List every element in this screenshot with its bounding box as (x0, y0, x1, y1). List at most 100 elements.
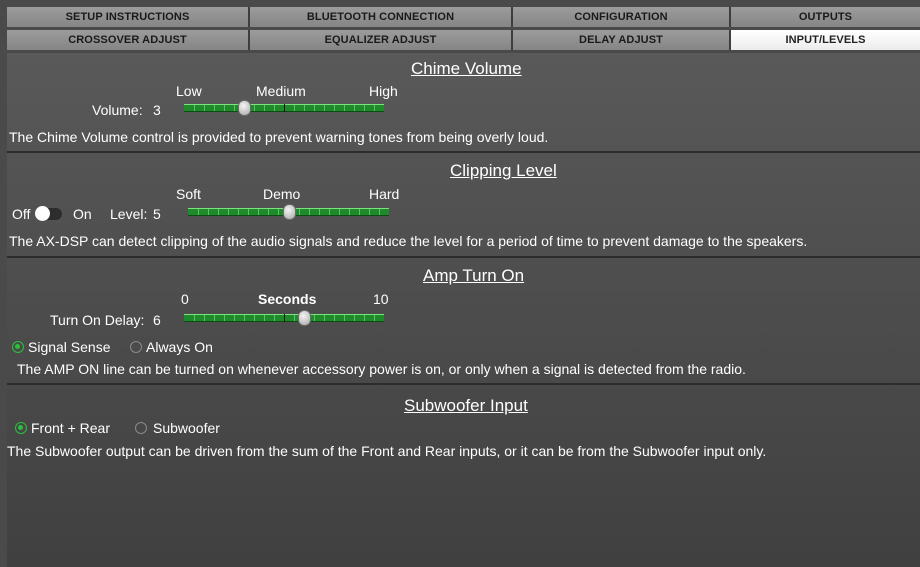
slider-tick (329, 209, 330, 215)
slider-tick (284, 314, 285, 322)
slider-tick (359, 209, 360, 215)
slider-tick (248, 209, 249, 215)
slider-tick (344, 315, 345, 321)
slider-tick (349, 209, 350, 215)
chime-scale-high: High (369, 83, 398, 99)
amp-scale-low: 0 (181, 291, 189, 307)
slider-tick (264, 315, 265, 321)
clipping-scale-high: Hard (369, 186, 400, 202)
slider-tick (264, 105, 265, 111)
slider-tick (218, 209, 219, 215)
chime-volume-slider-thumb[interactable] (238, 100, 251, 116)
slider-tick (334, 315, 335, 321)
chime-scale-mid: Medium (256, 83, 306, 99)
slider-tick (214, 315, 215, 321)
subwoofer-description: The Subwoofer output can be driven from … (7, 443, 767, 459)
tab-bar: SETUP INSTRUCTIONS BLUETOOTH CONNECTION … (7, 7, 920, 53)
chime-volume-title: Chime Volume (411, 59, 522, 78)
slider-tick (339, 209, 340, 215)
slider-tick (274, 315, 275, 321)
slider-tick (224, 105, 225, 111)
slider-tick (314, 315, 315, 321)
slider-tick (319, 209, 320, 215)
turn-on-delay-slider[interactable] (184, 310, 384, 326)
slider-tick (309, 209, 310, 215)
clipping-description: The AX-DSP can detect clipping of the au… (9, 233, 808, 249)
tab-setup-instructions[interactable]: SETUP INSTRUCTIONS (7, 7, 250, 27)
tab-bluetooth-connection[interactable]: BLUETOOTH CONNECTION (250, 7, 513, 27)
slider-tick (334, 105, 335, 111)
front-rear-radio[interactable] (15, 422, 27, 434)
chime-volume-slider[interactable] (184, 100, 384, 116)
signal-sense-label: Signal Sense (28, 339, 111, 355)
slider-tick (278, 209, 279, 215)
clipping-toggle[interactable] (35, 206, 62, 221)
subwoofer-label: Subwoofer (153, 420, 220, 436)
slider-tick (314, 105, 315, 111)
slider-tick (324, 105, 325, 111)
clipping-level-slider[interactable] (188, 204, 389, 220)
section-divider (7, 256, 920, 258)
chime-description: The Chime Volume control is provided to … (9, 129, 549, 145)
turn-on-delay-value: 6 (153, 312, 161, 328)
slider-tick (204, 315, 205, 321)
clipping-level-title: Clipping Level (450, 161, 557, 180)
slider-tick (294, 105, 295, 111)
slider-tick (194, 105, 195, 111)
chime-volume-label: Volume: (92, 102, 143, 118)
slider-tick (208, 209, 209, 215)
always-on-radio[interactable] (130, 341, 142, 353)
slider-tick (254, 105, 255, 111)
tab-equalizer-adjust[interactable]: EQUALIZER ADJUST (250, 30, 513, 50)
clipping-toggle-knob (35, 206, 50, 221)
tab-delay-adjust[interactable]: DELAY ADJUST (513, 30, 731, 50)
turn-on-delay-slider-thumb[interactable] (298, 310, 311, 326)
slider-tick (374, 105, 375, 111)
clipping-scale-low: Soft (176, 186, 201, 202)
slider-tick (268, 209, 269, 215)
slider-tick (234, 105, 235, 111)
slider-tick (198, 209, 199, 215)
slider-tick (299, 209, 300, 215)
clipping-level-value: 5 (153, 206, 161, 222)
clipping-level-label: Level: (110, 206, 148, 222)
slider-tick (294, 315, 295, 321)
amp-turn-on-title: Amp Turn On (423, 266, 525, 285)
slider-tick (244, 315, 245, 321)
signal-sense-radio[interactable] (12, 341, 24, 353)
slider-tick (238, 209, 239, 215)
slider-tick (354, 315, 355, 321)
slider-tick (194, 315, 195, 321)
slider-tick (204, 105, 205, 111)
tab-configuration[interactable]: CONFIGURATION (513, 7, 731, 27)
subwoofer-input-title: Subwoofer Input (404, 396, 528, 415)
clipping-scale-mid: Demo (263, 186, 301, 202)
subwoofer-radio[interactable] (135, 422, 147, 434)
tab-outputs[interactable]: OUTPUTS (731, 7, 920, 27)
slider-tick (214, 105, 215, 111)
chime-scale-low: Low (176, 83, 202, 99)
slider-tick (364, 315, 365, 321)
slider-tick (369, 209, 370, 215)
slider-tick (344, 105, 345, 111)
amp-description: The AMP ON line can be turned on wheneve… (17, 361, 746, 377)
always-on-label: Always On (146, 339, 213, 355)
clipping-level-slider-thumb[interactable] (283, 204, 296, 220)
slider-tick (258, 209, 259, 215)
input-levels-panel: Chime Volume Low Medium High Volume: 3 T… (7, 53, 920, 567)
section-divider (7, 151, 920, 153)
slider-tick (284, 104, 285, 112)
clipping-toggle-on-label: On (73, 206, 92, 222)
slider-tick (224, 315, 225, 321)
slider-tick (274, 105, 275, 111)
amp-scale-mid: Seconds (258, 291, 317, 307)
slider-tick (324, 315, 325, 321)
tab-row-1: SETUP INSTRUCTIONS BLUETOOTH CONNECTION … (7, 7, 920, 27)
chime-volume-value: 3 (153, 102, 161, 118)
tab-crossover-adjust[interactable]: CROSSOVER ADJUST (7, 30, 250, 50)
slider-tick (374, 315, 375, 321)
tab-row-2: CROSSOVER ADJUST EQUALIZER ADJUST DELAY … (7, 30, 920, 50)
clipping-toggle-off-label: Off (12, 206, 31, 222)
tab-input-levels[interactable]: INPUT/LEVELS (731, 30, 920, 50)
turn-on-delay-label: Turn On Delay: (50, 312, 145, 328)
